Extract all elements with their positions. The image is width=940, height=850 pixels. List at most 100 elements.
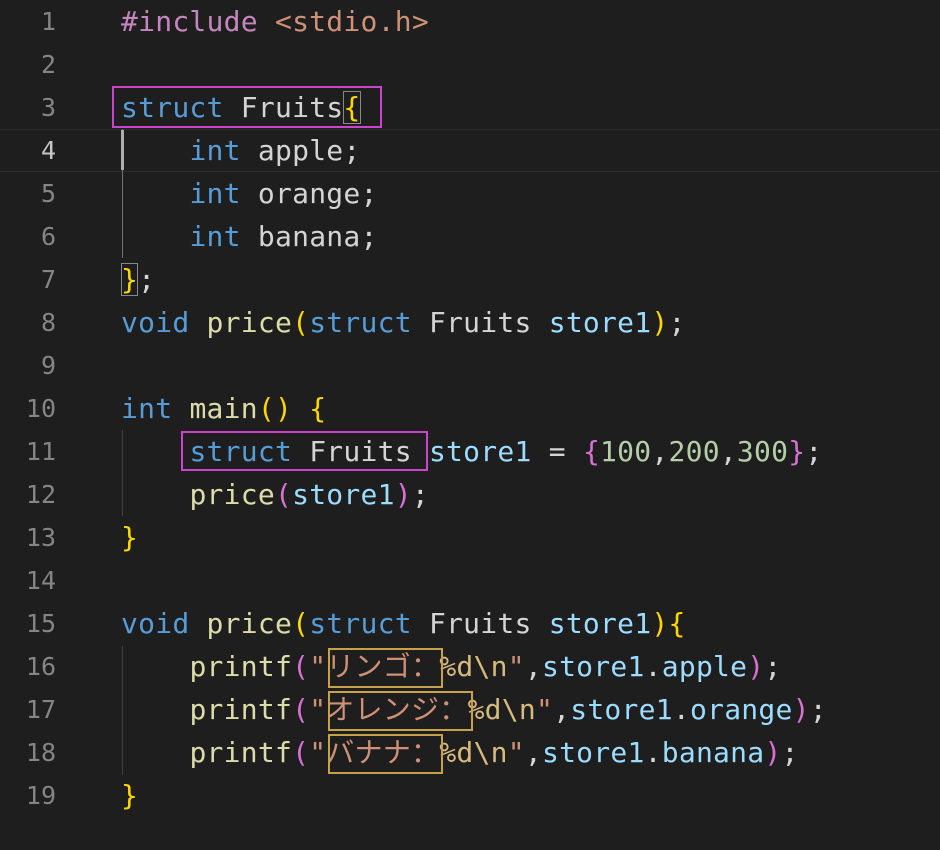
- indent-guide-price: [122, 646, 123, 775]
- code-token: ): [394, 478, 412, 511]
- code-text[interactable]: int banana;: [121, 215, 378, 258]
- code-token: ): [747, 650, 765, 683]
- code-text[interactable]: printf("オレンジ：%d\n",store1.orange);: [121, 688, 827, 731]
- code-token: printf: [189, 650, 293, 683]
- code-token: ;: [138, 263, 156, 296]
- code-line[interactable]: 5 int orange;: [0, 172, 940, 215]
- code-text[interactable]: #include <stdio.h>: [121, 0, 429, 43]
- code-line[interactable]: 12 price(store1);: [0, 473, 940, 516]
- code-token: ;: [668, 306, 686, 339]
- code-token: store1: [548, 607, 652, 640]
- code-token: void: [121, 306, 190, 339]
- line-number: 10: [25, 394, 56, 423]
- code-token: ": [507, 736, 525, 769]
- code-token: Fruits: [411, 306, 549, 339]
- code-line[interactable]: 16 printf("リンゴ：%d\n",store1.apple);: [0, 645, 940, 688]
- code-token: .: [644, 650, 662, 683]
- code-text[interactable]: }: [121, 516, 138, 559]
- code-token: ": [536, 693, 554, 726]
- line-number: 16: [25, 652, 56, 681]
- code-line[interactable]: 4 int apple;: [0, 129, 940, 172]
- code-token: store1: [292, 478, 395, 511]
- code-line[interactable]: 9: [0, 344, 940, 387]
- code-line[interactable]: 14: [0, 559, 940, 602]
- highlight-label-banana: [328, 734, 443, 774]
- code-token: store1: [541, 736, 645, 769]
- code-token: orange: [689, 693, 793, 726]
- line-number: 2: [40, 50, 56, 79]
- code-text[interactable]: printf("リンゴ：%d\n",store1.apple);: [121, 645, 782, 688]
- line-number: 7: [40, 265, 56, 294]
- code-token: .: [672, 693, 690, 726]
- code-token: }: [121, 521, 139, 554]
- code-line[interactable]: 8 void price(struct Fruits store1);: [0, 301, 940, 344]
- code-token: }: [121, 263, 139, 296]
- code-token: store1: [570, 693, 673, 726]
- code-token: .: [644, 736, 662, 769]
- code-token: ,: [651, 435, 669, 468]
- line-number: 9: [40, 351, 56, 380]
- line-number: 17: [25, 695, 56, 724]
- line-number: 11: [25, 437, 56, 466]
- code-token: %d\n: [439, 736, 508, 769]
- code-line[interactable]: 1 #include <stdio.h>: [0, 0, 940, 43]
- code-text[interactable]: int orange;: [121, 172, 378, 215]
- code-line[interactable]: 11 struct Fruits store1 = {100,200,300};: [0, 430, 940, 473]
- code-token: %d\n: [439, 650, 508, 683]
- code-text[interactable]: printf("バナナ：%d\n",store1.banana);: [121, 731, 799, 774]
- code-line[interactable]: 7};: [0, 258, 940, 301]
- code-line[interactable]: 18 printf("バナナ：%d\n",store1.banana);: [0, 731, 940, 774]
- code-token: ,: [524, 650, 542, 683]
- code-text[interactable]: };: [121, 258, 155, 301]
- highlight-struct-declaration: [112, 86, 382, 128]
- code-token: (: [292, 607, 310, 640]
- code-token: ,: [553, 693, 571, 726]
- code-token: ;: [805, 435, 823, 468]
- code-token: store1: [548, 306, 652, 339]
- code-token: (: [292, 306, 310, 339]
- line-number: 13: [25, 523, 56, 552]
- code-token: banana: [661, 736, 765, 769]
- code-token: Fruits: [411, 607, 549, 640]
- line-number: 19: [25, 781, 56, 810]
- code-text[interactable]: price(store1);: [121, 473, 429, 516]
- code-line[interactable]: 15 void price(struct Fruits store1){: [0, 602, 940, 645]
- code-token: }: [788, 435, 806, 468]
- code-text[interactable]: void price(struct Fruits store1);: [121, 301, 686, 344]
- code-text[interactable]: int apple;: [121, 129, 361, 172]
- code-line[interactable]: 13}: [0, 516, 940, 559]
- code-token: apple;: [240, 134, 361, 167]
- code-text[interactable]: int main() {: [121, 387, 326, 430]
- code-token: (): [257, 392, 293, 425]
- line-number: 18: [25, 738, 56, 767]
- code-token: ): [764, 736, 782, 769]
- code-editor[interactable]: 1 #include <stdio.h> 2 3 struct Fruits {4 int…: [0, 0, 940, 850]
- line-number: 14: [25, 566, 56, 595]
- code-token: ;: [764, 650, 782, 683]
- code-line[interactable]: 10 int main() {: [0, 387, 940, 430]
- code-token: price: [206, 306, 293, 339]
- line-number: 8: [40, 308, 56, 337]
- code-token: price: [206, 607, 293, 640]
- code-token: apple: [661, 650, 748, 683]
- code-text[interactable]: void price(struct Fruits store1){: [121, 602, 686, 645]
- line-number: 6: [40, 222, 56, 251]
- code-token: int: [189, 220, 241, 253]
- code-token: main: [189, 392, 258, 425]
- code-line[interactable]: 19}: [0, 774, 940, 817]
- line-number: 15: [25, 609, 56, 638]
- code-text[interactable]: }: [121, 774, 138, 817]
- code-token: 300: [736, 435, 789, 468]
- code-line[interactable]: 6 int banana;: [0, 215, 940, 258]
- code-token: ): [651, 306, 669, 339]
- code-line[interactable]: 2: [0, 43, 940, 86]
